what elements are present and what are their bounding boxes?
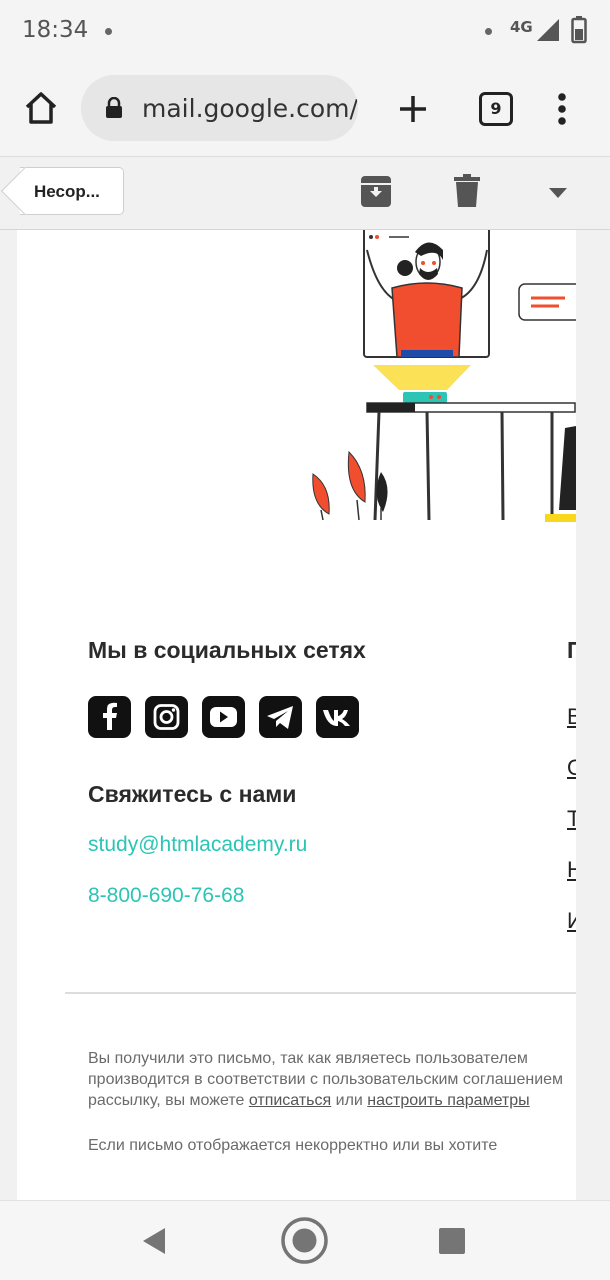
settings-link[interactable]: настроить параметры	[367, 1092, 529, 1109]
vk-icon[interactable]	[316, 696, 359, 738]
right-column-link[interactable]: Н	[567, 857, 576, 883]
illustration-image	[312, 230, 576, 522]
telegram-icon[interactable]	[259, 696, 302, 738]
tab-switcher-button[interactable]: 9	[479, 92, 513, 126]
right-column-link[interactable]: И	[567, 908, 576, 934]
new-tab-icon[interactable]	[398, 94, 428, 124]
contact-phone-link[interactable]: 8-800-690-76-68	[88, 884, 244, 908]
system-navigation-bar	[0, 1200, 610, 1280]
footer-line: рассылку, вы можете отписаться или настр…	[88, 1090, 576, 1111]
right-column-link[interactable]: О	[567, 755, 576, 781]
footer-line: Вы получили это письмо, так как являетес…	[88, 1050, 528, 1067]
lock-icon	[106, 97, 122, 118]
footer-divider	[65, 992, 576, 994]
footer-note: Если письмо отображается некорректно или…	[88, 1137, 498, 1154]
notification-dot-icon	[105, 28, 112, 35]
right-column-link[interactable]: Т	[567, 806, 576, 832]
dropdown-arrow-icon[interactable]	[549, 188, 567, 198]
instagram-icon[interactable]	[145, 696, 188, 738]
back-triangle-icon[interactable]	[141, 1227, 167, 1255]
trash-icon[interactable]	[454, 174, 480, 207]
signal-icon	[537, 19, 559, 41]
battery-icon	[571, 16, 587, 44]
url-text: mail.google.com/	[142, 94, 358, 123]
contact-heading: Свяжитесь с нами	[88, 781, 297, 807]
back-to-folder-button[interactable]: Несор...	[20, 167, 124, 215]
archive-icon[interactable]	[360, 175, 392, 208]
social-heading: Мы в социальных сетях	[88, 637, 366, 663]
footer-line: производится в соответствии с пользовате…	[88, 1071, 564, 1088]
gmail-toolbar: Несор...	[0, 156, 610, 230]
email-body: Мы в социальных сетях Свяжитесь с нами s…	[17, 230, 576, 1200]
right-column-heading: П	[567, 637, 576, 663]
footer-text-part: или	[331, 1092, 368, 1109]
more-options-icon[interactable]	[555, 92, 569, 126]
youtube-icon[interactable]	[202, 696, 245, 738]
footer-text: Вы получили это письмо, так как являетес…	[88, 1048, 576, 1111]
back-button-label: Несор...	[34, 182, 100, 201]
address-bar[interactable]: mail.google.com/	[81, 75, 358, 141]
unsubscribe-link[interactable]: отписаться	[249, 1092, 331, 1109]
contact-email-link[interactable]: study@htmlacademy.ru	[88, 833, 307, 857]
right-column-link[interactable]: В	[567, 704, 576, 730]
footer-text-part: рассылку, вы можете	[88, 1092, 249, 1109]
recents-square-icon[interactable]	[439, 1228, 465, 1254]
facebook-icon[interactable]	[88, 696, 131, 738]
network-type: 4G	[510, 18, 533, 36]
email-scroll-area[interactable]: Мы в социальных сетях Свяжитесь с нами s…	[0, 230, 610, 1200]
status-time: 18:34	[22, 17, 89, 43]
home-icon[interactable]	[22, 90, 60, 126]
status-bar: 18:34 4G	[0, 0, 610, 62]
status-dot-icon	[485, 28, 492, 35]
browser-toolbar: mail.google.com/ 9	[0, 62, 610, 156]
home-circle-icon[interactable]	[280, 1216, 329, 1265]
